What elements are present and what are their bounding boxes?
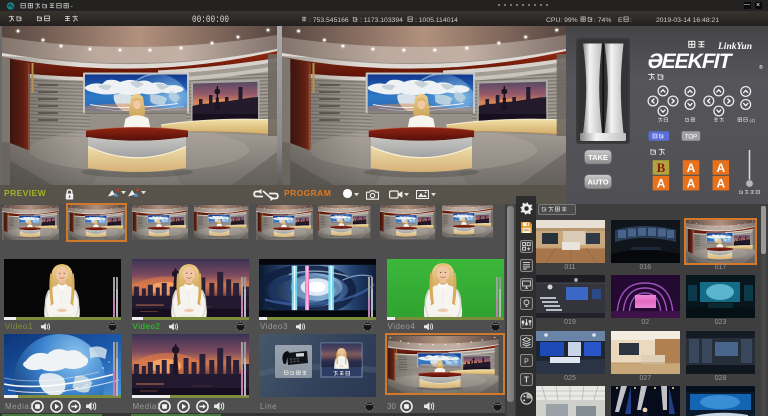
svg-text:A: A (716, 161, 725, 175)
svg-text:TOP: TOP (685, 134, 697, 140)
svg-text:00:00:00: 00:00:00 (192, 15, 229, 26)
svg-text:A: A (687, 177, 696, 191)
svg-text:B: B (657, 160, 666, 175)
svg-text:A: A (687, 161, 696, 175)
svg-text:: 1005.114014: : 1005.114014 (415, 17, 458, 24)
svg-text::: : (630, 17, 632, 24)
svg-text:A: A (716, 177, 725, 191)
svg-text:®: ® (759, 64, 763, 71)
svg-text:E: E (618, 17, 623, 24)
svg-text:: 753.545166: : 753.545166 (309, 17, 349, 24)
svg-text:: 74%: : 74% (594, 17, 611, 24)
svg-text:2019-03-14 16:48:21: 2019-03-14 16:48:21 (656, 17, 719, 24)
svg-text:(4): (4) (750, 118, 756, 123)
svg-text:ƏEEKFIT: ƏEEKFIT (645, 50, 734, 73)
svg-text:CPU: 99%: CPU: 99% (546, 17, 578, 24)
svg-text:TAKE: TAKE (588, 153, 608, 162)
svg-text:A: A (657, 177, 666, 191)
svg-text:AUTO: AUTO (587, 178, 608, 187)
svg-text:: 1173.103394: : 1173.103394 (360, 17, 403, 24)
svg-text:-: - (71, 4, 74, 11)
